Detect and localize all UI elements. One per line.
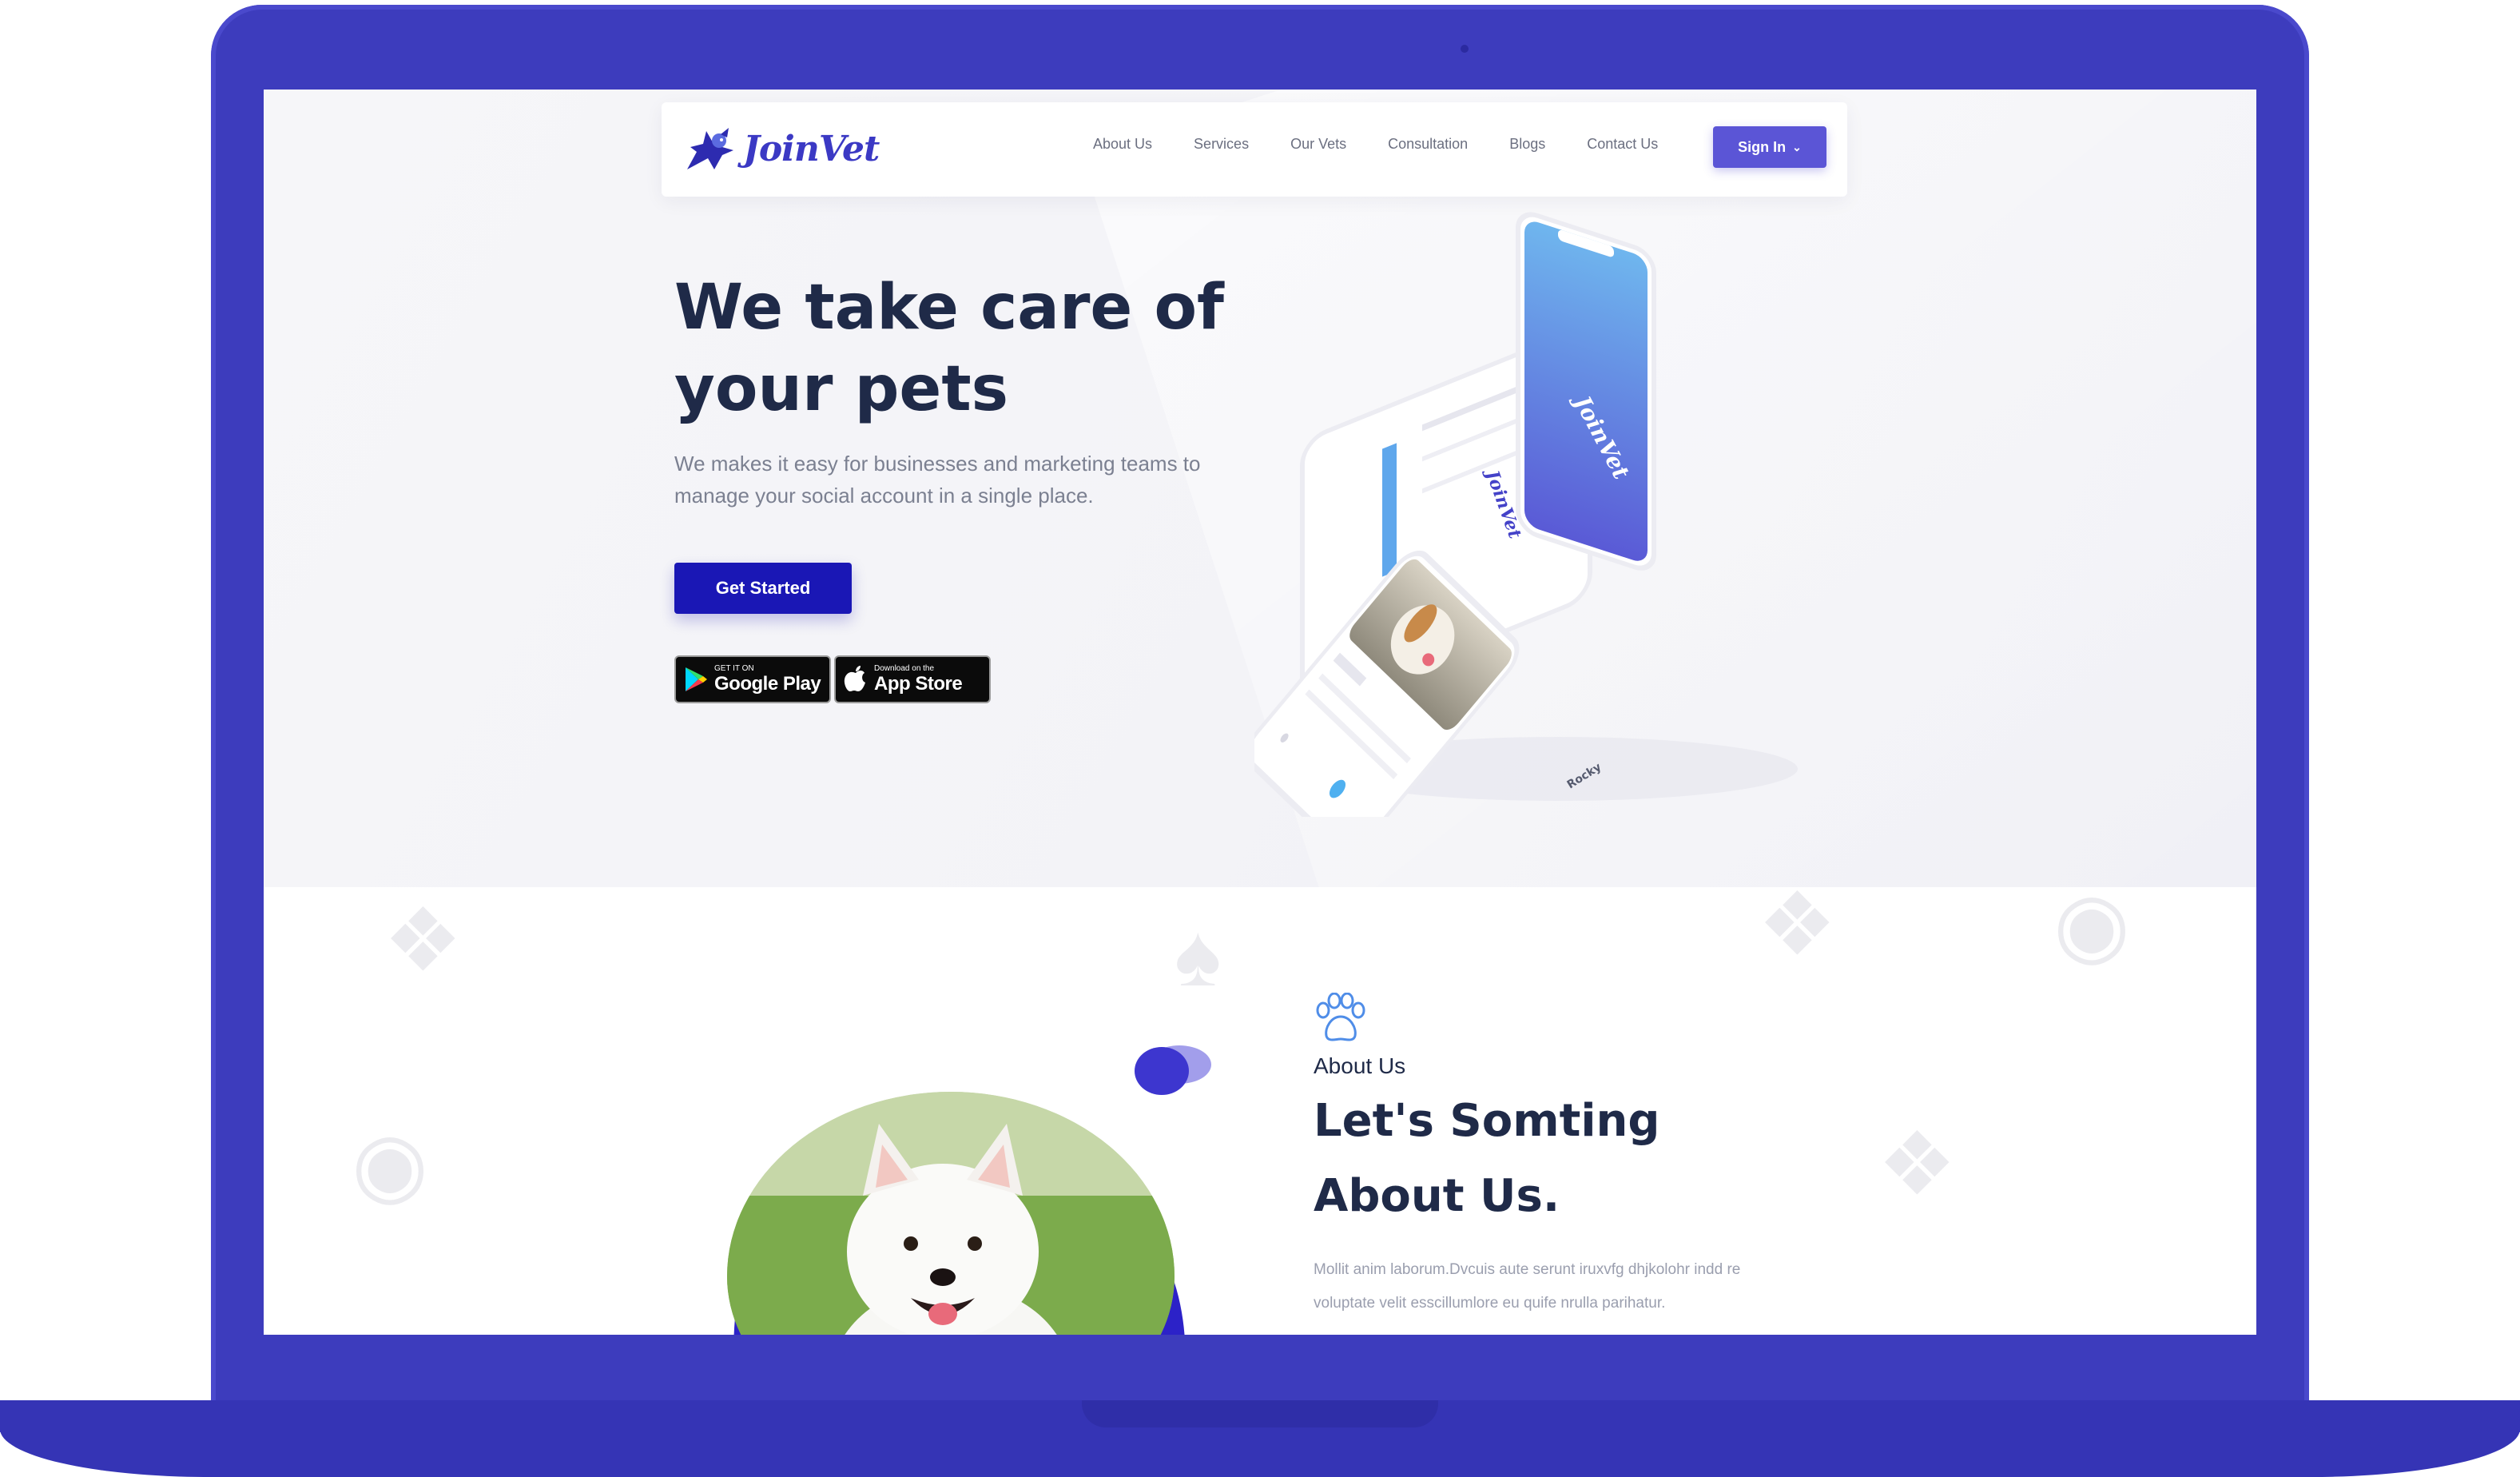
bone-bg-icon: ❖: [384, 891, 463, 989]
paw-bg-icon: ◉: [352, 1115, 428, 1213]
app-store-badge[interactable]: Download on the App Store: [834, 655, 991, 703]
nav-link-our-vets[interactable]: Our Vets: [1290, 136, 1346, 153]
hero-title: We take care of your pets: [674, 272, 1224, 425]
about-image: [705, 1060, 1200, 1335]
google-play-big-text: Google Play: [714, 673, 821, 695]
nav-link-contact-us[interactable]: Contact Us: [1587, 136, 1658, 153]
get-started-button[interactable]: Get Started: [674, 563, 852, 614]
laptop-hinge-notch: [1082, 1400, 1438, 1427]
logo[interactable]: JoinVet: [682, 123, 880, 174]
dog-bg-icon: ♠: [1175, 906, 1222, 1005]
about-title: Let's Somting About Us.: [1314, 1095, 1660, 1222]
bone-bg-icon: ❖: [1758, 875, 1837, 973]
website-screen: JoinVet About Us Services Our Vets Consu…: [264, 90, 2256, 1335]
bone-bg-icon: ❖: [1878, 1115, 1957, 1213]
paw-bg-icon: ◉: [2053, 875, 2130, 973]
navbar: JoinVet About Us Services Our Vets Consu…: [662, 102, 1847, 197]
hero-subtitle: We makes it easy for businesses and mark…: [674, 452, 1201, 508]
app-store-big-text: App Store: [874, 673, 963, 695]
phone-mockups-illustration: JoinVet JoinVet Rocky: [1245, 212, 1798, 854]
nav-link-consultation[interactable]: Consultation: [1388, 136, 1468, 153]
hero-section: JoinVet About Us Services Our Vets Consu…: [264, 90, 2256, 1219]
sign-in-button[interactable]: Sign In ⌄: [1713, 126, 1826, 168]
about-eyebrow: About Us: [1314, 1053, 1406, 1078]
nav-link-about-us[interactable]: About Us: [1093, 136, 1152, 153]
dog-logo-icon: [687, 128, 733, 169]
small-blob-decoration: [1135, 1045, 1211, 1095]
google-play-icon: [686, 667, 707, 691]
about-description: Mollit anim laborum.Dvcuis aute serunt i…: [1314, 1261, 1741, 1312]
sign-in-label: Sign In: [1738, 138, 1787, 155]
camera-dot: [1461, 45, 1469, 53]
apple-icon: [844, 666, 865, 691]
nav-links: About Us Services Our Vets Consultation …: [1093, 136, 1699, 153]
google-play-badge[interactable]: GET IT ON Google Play: [674, 655, 831, 703]
phone-mockups: JoinVet JoinVet Rocky: [1245, 209, 1830, 854]
nav-link-services[interactable]: Services: [1194, 136, 1249, 153]
logo-text: JoinVet: [743, 128, 880, 169]
chevron-down-icon: ⌄: [1792, 140, 1802, 153]
nav-link-blogs[interactable]: Blogs: [1509, 136, 1545, 153]
paw-icon: [1316, 993, 1365, 1041]
